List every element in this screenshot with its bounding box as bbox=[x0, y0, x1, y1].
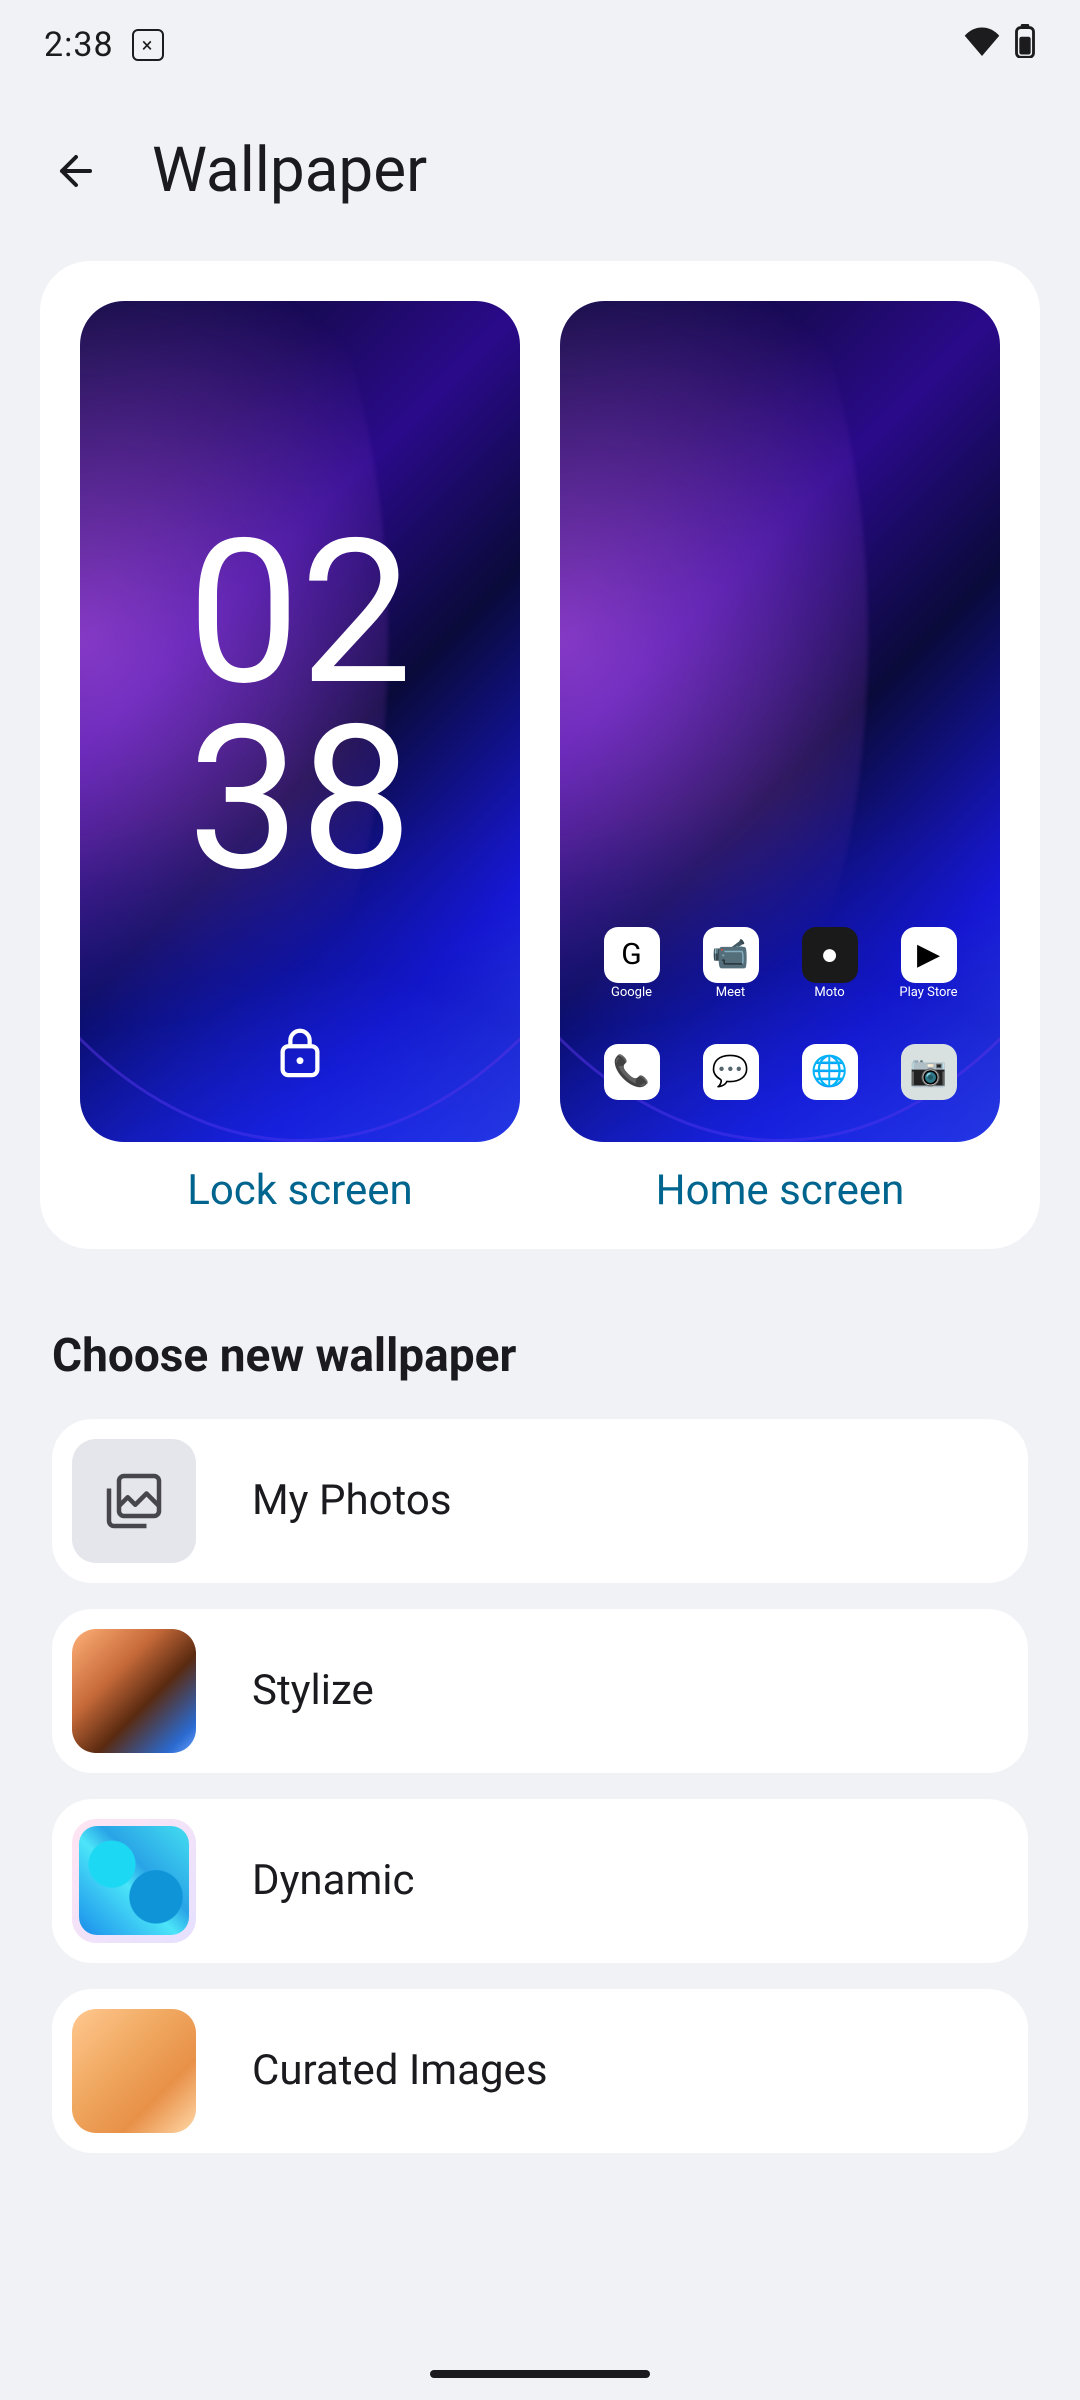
lock-screen-preview[interactable]: 02 38 Lock screen bbox=[80, 301, 520, 1215]
curated-thumb bbox=[72, 2009, 196, 2133]
arrow-left-icon bbox=[52, 147, 100, 195]
app-icon: G bbox=[604, 927, 660, 983]
dynamic-thumb bbox=[72, 1819, 196, 1943]
category-curated[interactable]: Curated Images bbox=[52, 1989, 1028, 2153]
app-icon: 📹 bbox=[703, 927, 759, 983]
home-app-grid: GGoogle 📹Meet ●Moto ▶Play Store 📞 💬 🌐 📷 bbox=[560, 927, 1000, 1100]
category-my-photos[interactable]: My Photos bbox=[52, 1419, 1028, 1583]
lock-clock: 02 38 bbox=[80, 520, 520, 892]
wifi-icon bbox=[964, 25, 1000, 65]
category-dynamic[interactable]: Dynamic bbox=[52, 1799, 1028, 1963]
category-stylize[interactable]: Stylize bbox=[52, 1609, 1028, 1773]
app-icon: 🌐 bbox=[802, 1044, 858, 1100]
app-icon: 📞 bbox=[604, 1044, 660, 1100]
lock-screen-label: Lock screen bbox=[187, 1166, 413, 1215]
category-label: Dynamic bbox=[252, 1856, 415, 1905]
app-icon: 💬 bbox=[703, 1044, 759, 1100]
category-label: My Photos bbox=[252, 1476, 452, 1525]
app-icon: ▶ bbox=[901, 927, 957, 983]
status-time: 2:38 bbox=[44, 25, 114, 65]
battery-icon bbox=[1014, 24, 1036, 67]
back-button[interactable] bbox=[44, 139, 108, 203]
page-header: Wallpaper bbox=[0, 90, 1080, 261]
category-label: Curated Images bbox=[252, 2046, 548, 2095]
photo-library-icon bbox=[104, 1471, 164, 1531]
app-icon: 📷 bbox=[901, 1044, 957, 1100]
home-screen-preview[interactable]: GGoogle 📹Meet ●Moto ▶Play Store 📞 💬 🌐 📷 … bbox=[560, 301, 1000, 1215]
no-sim-icon: × bbox=[132, 29, 164, 61]
gesture-nav-bar[interactable] bbox=[430, 2370, 650, 2378]
wallpaper-categories: My Photos Stylize Dynamic Curated Images bbox=[0, 1419, 1080, 2153]
section-heading: Choose new wallpaper bbox=[0, 1249, 1080, 1419]
app-icon: ● bbox=[802, 927, 858, 983]
category-label: Stylize bbox=[252, 1666, 374, 1715]
status-bar: 2:38 × bbox=[0, 0, 1080, 90]
previews-card: 02 38 Lock screen GGoogle 📹Meet ●Moto ▶P… bbox=[40, 261, 1040, 1249]
stylize-thumb bbox=[72, 1629, 196, 1753]
home-screen-label: Home screen bbox=[656, 1166, 905, 1215]
my-photos-thumb bbox=[72, 1439, 196, 1563]
page-title: Wallpaper bbox=[152, 134, 427, 207]
lock-icon bbox=[276, 1025, 324, 1083]
